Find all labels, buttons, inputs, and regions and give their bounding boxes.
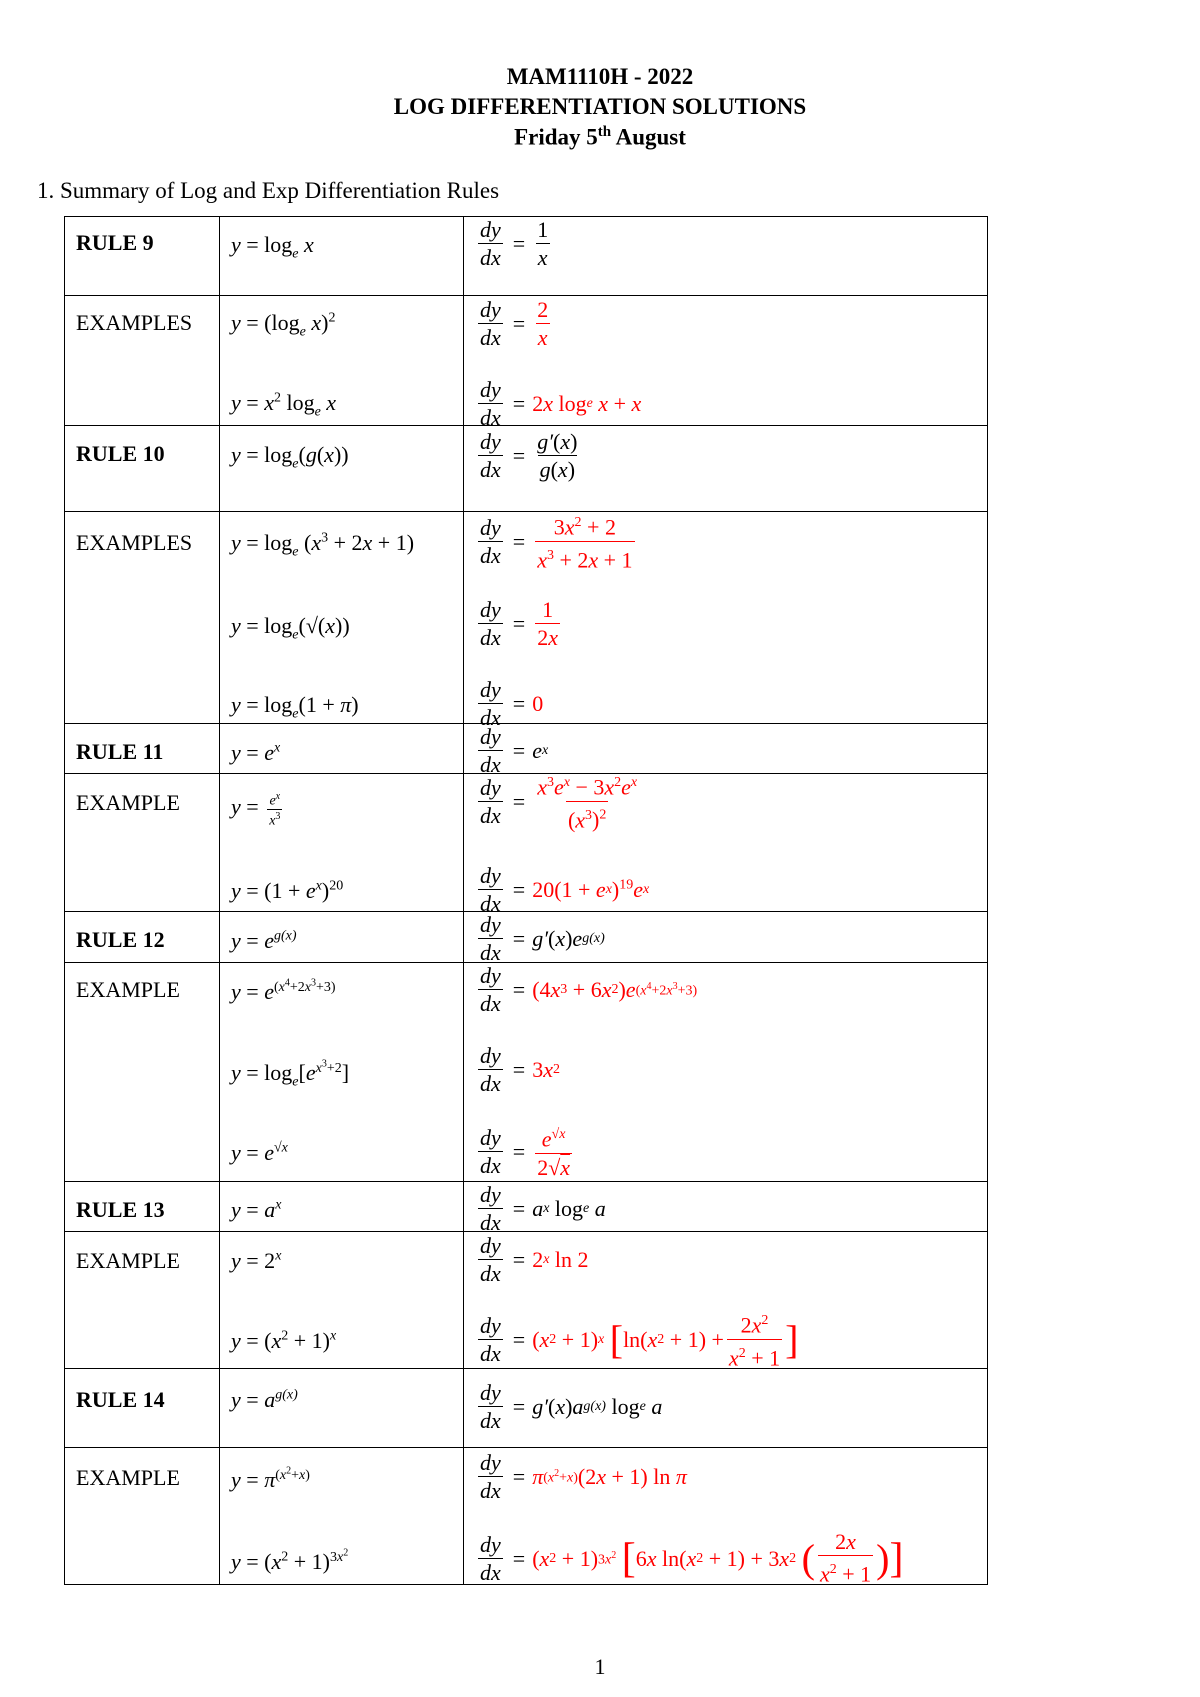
column-divider <box>219 216 220 1585</box>
derivative-answer: dy dx = e√x 2√x <box>478 1124 573 1180</box>
document-date: Friday 5th August <box>514 124 686 150</box>
derivative-answer: dy dx = 2x log e x + x <box>478 376 642 430</box>
derivative-answer: dy dx = π (x2+x) (2 x + 1) ln π <box>478 1449 687 1503</box>
derivative-answer: dy dx = 2x ln 2 <box>478 1232 589 1286</box>
example-label: EXAMPLE <box>76 1248 180 1273</box>
derivative-answer: dy dx = 3x2 + 2 x3 + 2x + 1 <box>478 514 635 572</box>
example-label: EXAMPLE <box>76 790 180 815</box>
rule-label: RULE 9 <box>76 230 154 255</box>
function-expression: y = ax <box>231 1197 282 1222</box>
function-expression: y = ex x3 <box>231 791 283 829</box>
derivative-answer: dy dx = (x 2 + 1) 3x2 [6 x ln(x 2 + 1) + 3x2 (… <box>478 1529 904 1587</box>
document-title: LOG DIFFERENTIATION SOLUTIONS <box>393 94 807 119</box>
rule-label: RULE 12 <box>76 927 165 952</box>
derivative-answer: dy dx = (4 x 3 + 6 x 2) e (x4+2x3+3) <box>478 962 698 1016</box>
function-expression: y = loge (x3 + 2x + 1) <box>231 530 415 560</box>
derivative-answer: dy dx = x3ex − 3x2ex (x3)2 <box>478 774 638 832</box>
derivative-expression: dy dx = 1x <box>478 216 550 270</box>
function-expression: y = eg(x) <box>231 928 297 953</box>
function-expression: y = e(x4+2x3+3) <box>231 977 336 1004</box>
derivative-expression: dy dx = g′(x) a g(x) log e a <box>478 1379 663 1433</box>
function-expression: y = loge(1 + π) <box>231 692 359 722</box>
rule-label: RULE 10 <box>76 441 165 466</box>
derivative-answer: dy dx = 1 2x <box>478 596 560 650</box>
function-expression: y = (x2 + 1)3x2 <box>231 1547 349 1574</box>
derivative-answer: dy dx = 2x <box>478 296 550 350</box>
rule-label: RULE 13 <box>76 1197 165 1222</box>
course-code: MAM1110H - 2022 <box>506 64 694 89</box>
rule-label: RULE 11 <box>76 739 164 764</box>
examples-label: EXAMPLES <box>76 310 193 335</box>
example-label: EXAMPLE <box>76 1465 180 1490</box>
function-expression: y = loge(g(x)) <box>231 442 349 472</box>
column-divider <box>463 216 464 1585</box>
rule-label: RULE 14 <box>76 1387 165 1412</box>
function-expression: y = x2 loge x <box>231 390 337 420</box>
derivative-expression: dy dx = g′(x) g(x) <box>478 428 578 482</box>
function-expression: y = 2x <box>231 1248 282 1273</box>
function-expression: y = (loge x)2 <box>231 310 336 340</box>
function-expression: y = π(x2+x) <box>231 1465 310 1492</box>
section-heading: 1. Summary of Log and Exp Differentiatio… <box>37 178 500 203</box>
function-expression: y = loge[ex3+2] <box>231 1058 350 1090</box>
function-expression: y = (1 + ex)20 <box>231 878 344 903</box>
function-expression: y = (x2 + 1)x <box>231 1328 337 1353</box>
function-expression: y = e√x <box>231 1140 288 1165</box>
function-expression: y = ag(x) <box>231 1387 298 1412</box>
page-number: 1 <box>594 1654 606 1679</box>
function-expression: y = loge(√(x)) <box>231 613 350 643</box>
derivative-answer: dy dx = 3x2 <box>478 1042 560 1096</box>
function-expression: y = loge x <box>231 232 314 262</box>
derivative-answer: dy dx = (x 2 + 1) x [ln(x 2 + 1) +2x2 x2 + 1] <box>478 1312 799 1370</box>
example-label: EXAMPLE <box>76 977 180 1002</box>
function-expression: y = ex <box>231 740 281 765</box>
examples-label: EXAMPLES <box>76 530 193 555</box>
